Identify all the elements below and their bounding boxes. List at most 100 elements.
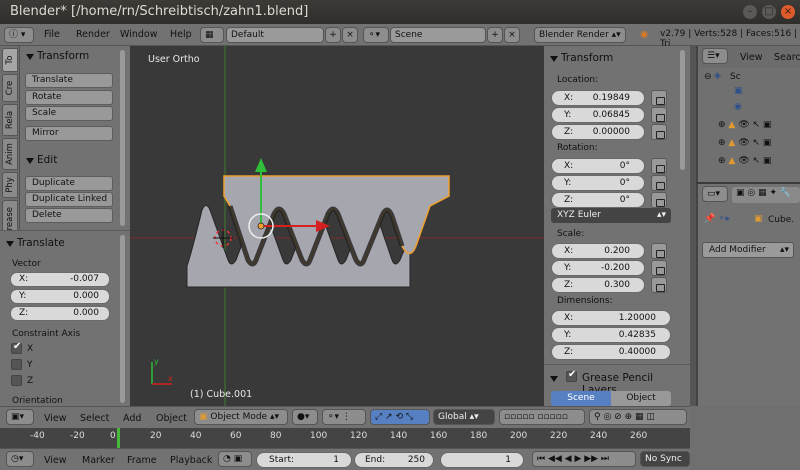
outliner-menu-view[interactable]: View bbox=[740, 52, 763, 63]
playback-controls[interactable]: ⏮ ◀◀ ◀ ▶ ▶▶ ⏭ bbox=[532, 451, 636, 467]
rotation-x-lock-icon[interactable] bbox=[651, 158, 667, 174]
tab-physics[interactable]: Phy bbox=[2, 172, 18, 198]
tab-tools[interactable]: To bbox=[2, 48, 18, 72]
edit-panel-header[interactable]: Edit bbox=[20, 150, 130, 170]
dimensions-x-field[interactable]: X: 1.20000 bbox=[551, 310, 671, 326]
layout-browse-icon[interactable]: ▦ bbox=[200, 27, 224, 43]
vector-x-field[interactable]: X: -0.007 bbox=[10, 272, 110, 287]
vector-y-field[interactable]: Y: 0.000 bbox=[10, 289, 110, 304]
vector-z-field[interactable]: Z: 0.000 bbox=[10, 306, 110, 321]
toolshelf-scrollbar[interactable] bbox=[120, 50, 125, 226]
start-frame-field[interactable]: Start: 1 bbox=[256, 452, 352, 468]
manipulator-toggle-icons[interactable]: ⤢ ↗ ⟲ ⤡ bbox=[370, 409, 430, 425]
operator-scrollbar[interactable] bbox=[120, 235, 125, 403]
outliner-editor-type-icon[interactable]: ☰▾ bbox=[702, 48, 728, 64]
menu-render[interactable]: Render bbox=[76, 29, 110, 40]
dimensions-z-field[interactable]: Z: 0.40000 bbox=[551, 344, 671, 360]
pin-icon[interactable]: 📌 bbox=[704, 214, 715, 224]
scale-x-field[interactable]: X: 0.200 bbox=[551, 243, 645, 259]
scale-y-field[interactable]: Y: -0.200 bbox=[551, 260, 645, 276]
scale-z-field[interactable]: Z: 0.300 bbox=[551, 277, 645, 293]
n-transform-header[interactable]: Transform bbox=[544, 48, 690, 68]
remove-scene-icon[interactable]: × bbox=[504, 27, 520, 43]
timeline-menu-playback[interactable]: Playback bbox=[170, 455, 212, 466]
dimensions-y-field[interactable]: Y: 0.42835 bbox=[551, 327, 671, 343]
pivot-snap-icons[interactable]: ⚬▾ ⋮ bbox=[322, 409, 366, 425]
constraint-x-checkbox[interactable] bbox=[11, 341, 22, 354]
menu-window[interactable]: Window bbox=[120, 29, 157, 40]
close-icon[interactable]: × bbox=[781, 5, 795, 19]
timeline-menu-view[interactable]: View bbox=[44, 455, 67, 466]
duplicate-button[interactable]: Duplicate bbox=[25, 176, 113, 191]
constraint-y-checkbox[interactable] bbox=[11, 359, 22, 370]
gp-tab-scene[interactable]: Scene bbox=[551, 391, 611, 406]
remove-layout-icon[interactable]: × bbox=[342, 27, 358, 43]
view3d-menu-select[interactable]: Select bbox=[80, 413, 109, 424]
timeline-editor-type-icon[interactable]: ◷▾ bbox=[6, 451, 34, 467]
gear-mesh[interactable] bbox=[186, 175, 450, 288]
menu-help[interactable]: Help bbox=[170, 29, 192, 40]
location-y-lock-icon[interactable] bbox=[651, 107, 667, 123]
layout-name-field[interactable]: Default bbox=[226, 27, 324, 43]
delete-button[interactable]: Delete bbox=[25, 208, 113, 223]
rotate-button[interactable]: Rotate bbox=[25, 90, 113, 105]
timeline-menu-frame[interactable]: Frame bbox=[127, 455, 157, 466]
scale-y-lock-icon[interactable] bbox=[651, 260, 667, 276]
scale-x-lock-icon[interactable] bbox=[651, 243, 667, 259]
outliner-menu-search[interactable]: Searc bbox=[774, 52, 800, 63]
location-z-field[interactable]: Z: 0.00000 bbox=[551, 124, 645, 140]
sync-mode-select[interactable]: No Sync bbox=[640, 451, 690, 467]
timeline-menu-marker[interactable]: Marker bbox=[82, 455, 115, 466]
object-row-1[interactable]: ⊕ ▲ 👁 ↖ ▣ bbox=[718, 120, 771, 130]
menu-file[interactable]: File bbox=[44, 29, 60, 40]
outliner-expand-icon[interactable]: ⊖ bbox=[704, 72, 712, 82]
mode-select[interactable]: ▣ Object Mode ▴▾ bbox=[194, 409, 288, 425]
location-y-field[interactable]: Y: 0.06845 bbox=[551, 107, 645, 123]
duplicate-linked-button[interactable]: Duplicate Linked bbox=[25, 192, 113, 207]
shading-select-icon[interactable]: ●▾ bbox=[292, 409, 318, 425]
3d-view-editor-type-icon[interactable]: ▣▾ bbox=[6, 409, 34, 425]
operator-panel-header[interactable]: Translate bbox=[0, 233, 130, 253]
gp-tab-object[interactable]: Object bbox=[611, 391, 671, 406]
view3d-menu-object[interactable]: Object bbox=[156, 413, 187, 424]
viewport-canvas[interactable]: y x bbox=[130, 46, 544, 406]
mirror-button[interactable]: Mirror bbox=[25, 126, 113, 141]
location-z-lock-icon[interactable] bbox=[651, 124, 667, 140]
object-row-2[interactable]: ⊕ ▲ 👁 ↖ ▣ bbox=[718, 138, 771, 148]
end-frame-field[interactable]: End: 250 bbox=[354, 452, 434, 468]
transform-panel-header[interactable]: Transform bbox=[20, 46, 130, 66]
grease-pencil-checkbox[interactable] bbox=[566, 369, 577, 382]
rotation-y-field[interactable]: Y: 0° bbox=[551, 175, 645, 191]
rotation-mode-select[interactable]: XYZ Euler ▴▾ bbox=[551, 208, 671, 223]
rotation-x-field[interactable]: X: 0° bbox=[551, 158, 645, 174]
render-engine-select[interactable]: Blender Render ▴▾ bbox=[534, 27, 626, 43]
rotation-y-lock-icon[interactable] bbox=[651, 175, 667, 191]
location-x-lock-icon[interactable] bbox=[651, 90, 667, 106]
location-x-field[interactable]: X: 0.19849 bbox=[551, 90, 645, 106]
scene-name-field[interactable]: Scene bbox=[390, 27, 486, 43]
timeline-ruler[interactable]: -40 -20 0 20 40 60 80 100 120 140 160 180 200 220 240 2… bbox=[0, 428, 690, 448]
keying-icons[interactable]: ◔ ▣ bbox=[218, 451, 252, 467]
properties-context-tabs[interactable]: ▣ ◎ ▦ ✦ 🔧 bbox=[732, 187, 800, 203]
scale-button[interactable]: Scale bbox=[25, 106, 113, 121]
view3d-menu-view[interactable]: View bbox=[44, 413, 67, 424]
snapping-proportional-icons[interactable]: ⚲ ◎ ⊘ ⊕ ▦ ◫ bbox=[589, 409, 687, 425]
translate-button[interactable]: Translate bbox=[25, 73, 113, 88]
view3d-menu-add[interactable]: Add bbox=[123, 413, 141, 424]
rotation-z-field[interactable]: Z: 0° bbox=[551, 192, 645, 208]
properties-editor-type-icon[interactable]: ▭▾ bbox=[702, 186, 728, 202]
add-scene-icon[interactable]: + bbox=[487, 27, 503, 43]
add-layout-icon[interactable]: + bbox=[325, 27, 341, 43]
tab-relations[interactable]: Rela bbox=[2, 104, 18, 136]
scene-browse-icon[interactable]: ⚬▾ bbox=[363, 27, 389, 43]
constraint-z-checkbox[interactable] bbox=[11, 375, 22, 386]
add-modifier-select[interactable]: Add Modifier ▴▾ bbox=[702, 242, 794, 258]
rotation-z-lock-icon[interactable] bbox=[651, 192, 667, 208]
tab-animation[interactable]: Anim bbox=[2, 138, 18, 170]
editor-type-button[interactable]: ⓘ ▾ bbox=[4, 27, 34, 43]
scale-z-lock-icon[interactable] bbox=[651, 277, 667, 293]
3d-viewport[interactable]: User Ortho y x (1) Cube.001 bbox=[130, 46, 544, 406]
tab-create[interactable]: Cre bbox=[2, 74, 18, 102]
n-panel-scrollbar[interactable] bbox=[680, 50, 685, 170]
layer-buttons[interactable]: ▫▫▫▫▫ ▫▫▫▫▫ bbox=[499, 409, 585, 425]
